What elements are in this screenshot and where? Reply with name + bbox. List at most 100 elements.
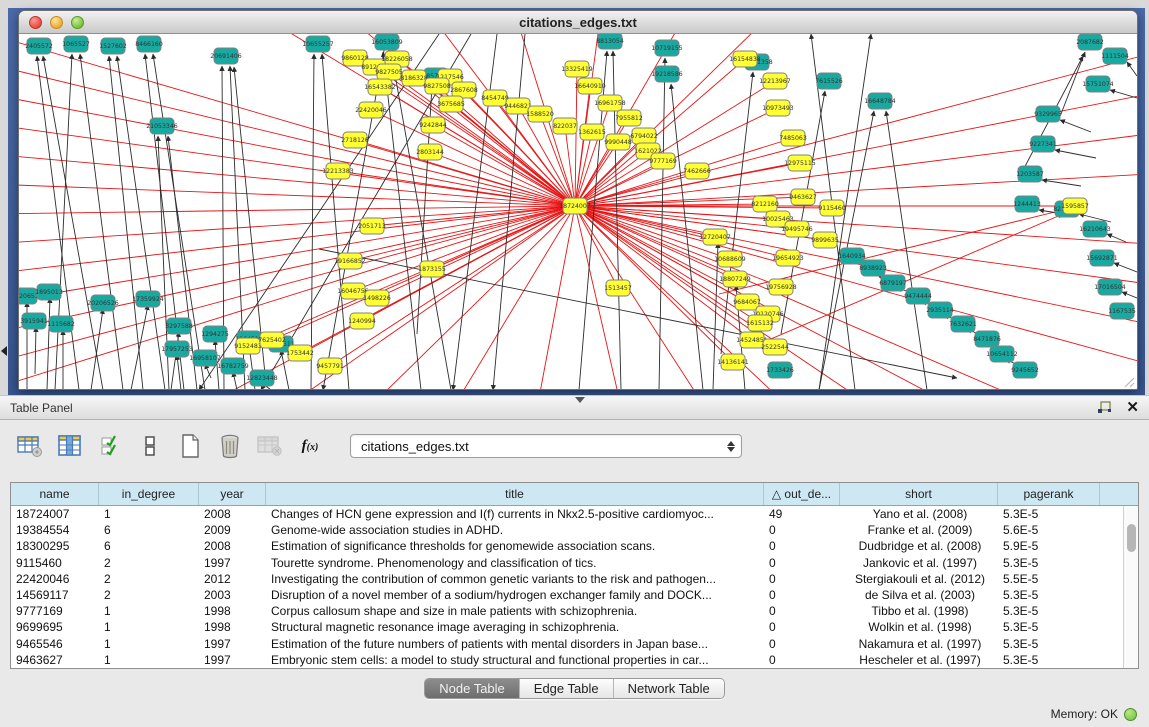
graph-hub-node[interactable]: 18724007 — [559, 198, 591, 214]
graph-node[interactable]: 3297588 — [165, 318, 193, 334]
graph-node[interactable]: 2051713 — [358, 218, 386, 234]
graph-node[interactable]: 20691406 — [210, 48, 242, 64]
graph-node[interactable]: 16210643 — [1079, 221, 1111, 237]
column-header-out_de[interactable]: △ out_de... — [764, 483, 840, 505]
delete-rows-icon[interactable] — [216, 432, 244, 460]
column-header-title[interactable]: title — [266, 483, 764, 505]
table-vertical-scrollbar[interactable] — [1123, 506, 1138, 668]
graph-node[interactable]: 1588520 — [526, 106, 554, 122]
graph-node[interactable]: 15751074 — [1082, 76, 1114, 92]
table-row[interactable]: 1872400712008Changes of HCN gene express… — [11, 506, 1138, 522]
graph-node[interactable]: 12823448 — [246, 370, 278, 386]
graph-node[interactable]: 7955812 — [615, 110, 643, 126]
graph-node[interactable]: 16961758 — [594, 95, 626, 111]
graph-node[interactable]: 15692871 — [1086, 250, 1118, 266]
graph-node[interactable]: 2087682 — [1076, 34, 1104, 50]
graph-node[interactable]: 9115460 — [818, 200, 846, 216]
graph-node[interactable]: 1513457 — [604, 280, 632, 296]
graph-node[interactable]: 10655257 — [302, 36, 334, 52]
graph-edge[interactable] — [1110, 90, 1137, 98]
graph-node[interactable]: 12720407 — [699, 229, 731, 245]
graph-node[interactable]: 8471876 — [973, 331, 1001, 347]
graph-node[interactable]: 19654923 — [772, 250, 804, 266]
graph-edge[interactable] — [234, 67, 265, 374]
graph-edge[interactable] — [1107, 234, 1126, 242]
float-panel-icon[interactable] — [1097, 401, 1112, 415]
graph-edge[interactable] — [19, 184, 575, 206]
collapse-left-arrow-icon[interactable] — [1, 346, 7, 356]
column-header-in_degree[interactable]: in_degree — [99, 483, 199, 505]
table-settings-icon[interactable] — [16, 432, 44, 460]
table-row[interactable]: 1456911722003Disruption of a novel membe… — [11, 587, 1138, 603]
zoom-window-button[interactable] — [71, 16, 84, 29]
graph-node[interactable]: 16640910 — [574, 78, 606, 94]
graph-node[interactable]: 7625402 — [258, 332, 286, 348]
graph-node[interactable]: 9457791 — [316, 358, 344, 374]
split-pane-handle[interactable] — [575, 397, 585, 403]
graph-edge[interactable] — [248, 206, 575, 346]
graph-node[interactable]: 12213383 — [322, 163, 354, 179]
graph-node[interactable]: 7462666 — [683, 163, 711, 179]
graph-node[interactable]: 822037 — [553, 118, 577, 134]
graph-edge[interactable] — [109, 56, 143, 390]
graph-edge[interactable] — [575, 206, 699, 390]
graph-node[interactable]: 19218586 — [651, 66, 683, 82]
graph-node[interactable]: 9329965 — [1034, 106, 1062, 122]
graph-edge[interactable] — [19, 154, 575, 206]
graph-node[interactable]: 1065527 — [62, 36, 90, 52]
graph-node[interactable]: 7615526 — [815, 73, 843, 89]
graph-node[interactable]: 7632621 — [949, 316, 977, 332]
graph-node[interactable]: 9990448 — [604, 134, 632, 150]
graph-node[interactable]: 2803144 — [416, 144, 444, 160]
graph-edge[interactable] — [19, 64, 575, 206]
column-header-pagerank[interactable]: pagerank — [998, 483, 1100, 505]
graph-edge[interactable] — [1055, 150, 1096, 158]
graph-edge[interactable] — [383, 52, 421, 390]
graph-node[interactable]: 1294275 — [201, 326, 229, 342]
graph-node[interactable]: 3915941 — [20, 313, 48, 329]
graph-edge[interactable] — [886, 111, 927, 390]
column-header-name[interactable]: name — [11, 483, 99, 505]
graph-node[interactable]: 9777169 — [649, 153, 677, 169]
column-header-short[interactable]: short — [840, 483, 998, 505]
graph-edge[interactable] — [350, 206, 575, 261]
graph-node[interactable]: 1753442 — [286, 345, 314, 361]
graph-edge[interactable] — [575, 86, 590, 206]
table-column-icon[interactable] — [56, 432, 84, 460]
graph-node[interactable]: 8938923 — [859, 260, 887, 276]
table-row[interactable]: 1938455462009Genome-wide association stu… — [11, 522, 1138, 538]
graph-node[interactable]: 1203587 — [1016, 166, 1044, 182]
graph-node[interactable]: 18807249 — [719, 271, 751, 287]
table-row[interactable]: 969969511998Structural magnetic resonanc… — [11, 619, 1138, 635]
tab-edge-table[interactable]: Edge Table — [520, 679, 614, 698]
graph-node[interactable]: 9827505 — [375, 64, 403, 80]
graph-edge[interactable] — [430, 152, 575, 206]
graph-node[interactable]: 6794022 — [630, 128, 658, 144]
close-window-button[interactable] — [29, 16, 42, 29]
graph-edge[interactable] — [539, 206, 575, 390]
graph-node[interactable]: 1167535 — [1108, 303, 1136, 319]
graph-edge[interactable] — [1114, 263, 1137, 272]
graph-node[interactable]: 10688609 — [714, 251, 746, 267]
graph-node[interactable]: 1498226 — [363, 290, 391, 306]
graph-node[interactable]: 16543382 — [364, 79, 396, 95]
graph-edge[interactable] — [721, 72, 753, 354]
graph-node[interactable]: 7485063 — [779, 130, 807, 146]
graph-node[interactable]: 6879197 — [879, 275, 907, 291]
graph-node[interactable]: 9463627 — [789, 189, 817, 205]
graph-edge[interactable] — [19, 206, 575, 214]
graph-edge[interactable] — [80, 54, 123, 390]
graph-node[interactable]: 16958107 — [189, 350, 221, 366]
graph-node[interactable]: 16053809 — [371, 34, 403, 50]
graph-node[interactable]: 1244413 — [1013, 196, 1041, 212]
graph-edge[interactable] — [35, 327, 36, 374]
graph-node[interactable]: 1240994 — [348, 313, 376, 329]
graph-node[interactable]: 9245652 — [1011, 362, 1039, 378]
new-table-icon[interactable] — [176, 432, 204, 460]
graph-node[interactable]: 12975115 — [784, 155, 816, 171]
graph-node[interactable]: 22420046 — [355, 102, 387, 118]
graph-edge[interactable] — [575, 206, 788, 258]
graph-node[interactable]: 16648784 — [864, 93, 896, 109]
graph-node[interactable]: 19756928 — [765, 279, 797, 295]
graph-node[interactable]: 9474444 — [904, 288, 932, 304]
